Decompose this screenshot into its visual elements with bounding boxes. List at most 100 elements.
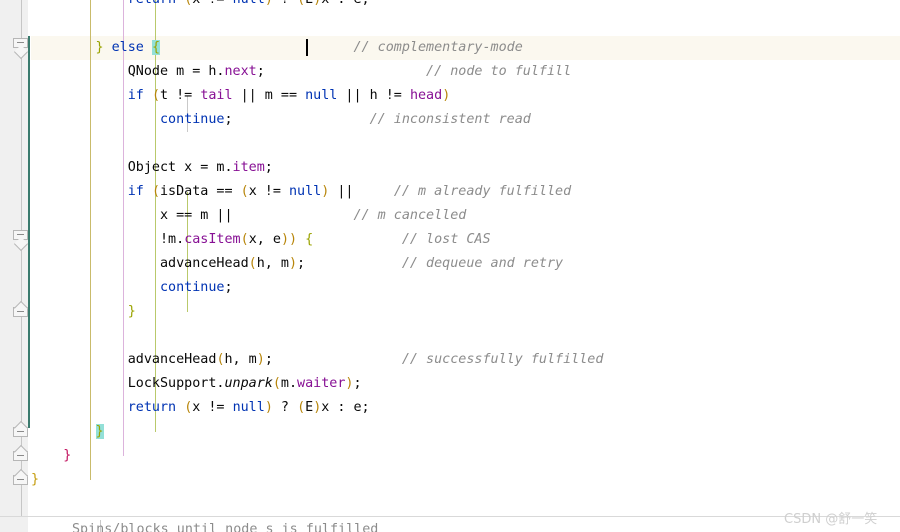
code-line[interactable]: advanceHead(h, m); // successfully fulfi… (31, 348, 604, 372)
code-token: ( (248, 256, 257, 271)
code-token: // lost CAS (401, 232, 491, 247)
fold-marker-end[interactable] (13, 468, 30, 485)
code-line[interactable]: if (t != tail || m == null || h != head) (31, 84, 451, 108)
code-token: x == m || (31, 208, 233, 223)
code-line[interactable]: if (isData == (x != null) || // m alread… (31, 180, 571, 204)
code-token: ( (272, 376, 281, 391)
code-token: ( (151, 88, 160, 103)
code-token: { (305, 232, 314, 247)
code-token: x : e; (321, 400, 370, 415)
code-line[interactable]: } else { // complementary-mode (31, 36, 523, 60)
code-token: } (127, 304, 136, 319)
code-token: ) (442, 88, 451, 103)
code-token: x != (192, 0, 232, 7)
code-token: // m cancelled (353, 208, 467, 223)
fold-marker-end[interactable] (13, 300, 30, 317)
code-line[interactable]: LockSupport.unpark(m.waiter); (31, 372, 362, 396)
code-line[interactable]: x == m || // m cancelled (31, 204, 466, 228)
code-token: { (151, 40, 160, 55)
code-token: continue (160, 280, 225, 295)
code-token: // m already fulfilled (393, 184, 572, 199)
code-line[interactable]: return (x != null) ? (E)x : e; (31, 0, 370, 12)
code-token: E (305, 400, 314, 415)
code-token: // inconsistent read (369, 112, 531, 127)
csdn-watermark: CSDN @舒一笑 (784, 512, 878, 527)
fold-guide-line (21, 0, 22, 516)
code-token: || (329, 184, 354, 199)
code-line[interactable]: continue; // inconsistent read (31, 108, 531, 132)
code-line[interactable]: } (31, 300, 136, 324)
code-line[interactable]: QNode m = h.next; // node to fulfill (31, 60, 571, 84)
code-token: null (232, 400, 265, 415)
code-line[interactable]: } (31, 468, 39, 492)
code-token: waiter (297, 376, 346, 391)
code-token: ; (353, 376, 362, 391)
fold-marker-collapse[interactable] (13, 38, 30, 60)
code-line[interactable]: advanceHead(h, m); // dequeue and retry (31, 252, 563, 276)
fold-marker-end[interactable] (13, 420, 30, 437)
code-token: next (224, 64, 257, 79)
fold-marker-end[interactable] (13, 444, 30, 461)
code-token: LockSupport. (31, 376, 225, 391)
code-token: t != (160, 88, 201, 103)
code-token: ) (289, 232, 298, 247)
code-token: h, m (224, 352, 257, 367)
code-token: ) (264, 400, 273, 415)
code-token: !m. (31, 232, 185, 247)
code-token: m. (280, 376, 298, 391)
code-token: // complementary-mode (353, 40, 523, 55)
code-token: x != (248, 184, 289, 199)
code-token: null (305, 88, 338, 103)
code-token: continue (160, 112, 225, 127)
code-token: if (127, 88, 144, 103)
code-token: // successfully fulfilled (401, 352, 604, 367)
code-token: // node to fulfill (426, 64, 572, 79)
code-token: Object x = m. (31, 160, 233, 175)
code-token: ) (280, 232, 289, 247)
code-token: ; (264, 160, 273, 175)
code-token: ( (297, 0, 305, 7)
code-token: ? (273, 0, 297, 7)
code-token: item (232, 160, 265, 175)
code-token: ( (216, 352, 225, 367)
code-token: unpark (224, 376, 273, 391)
fold-marker-collapse[interactable] (13, 230, 30, 252)
code-line[interactable]: } (31, 444, 71, 468)
code-line[interactable]: Object x = m.item; (31, 156, 273, 180)
code-token: else (111, 40, 144, 55)
code-token: || h != (337, 88, 410, 103)
code-line[interactable]: return (x != null) ? (E)x : e; (31, 396, 370, 420)
code-pane[interactable]: return (x != null) ? (E)x : e; } else { … (31, 0, 900, 532)
code-line[interactable]: !m.casItem(x, e)) { // lost CAS (31, 228, 491, 252)
code-editor[interactable]: return (x != null) ? (E)x : e; } else { … (0, 0, 900, 532)
code-token: if (127, 184, 144, 199)
code-line[interactable]: continue; (31, 276, 233, 300)
text-caret (306, 39, 308, 56)
code-token: QNode m = h. (31, 64, 225, 79)
code-token: null (289, 184, 322, 199)
code-line[interactable]: } (31, 420, 104, 444)
code-token: E (305, 0, 313, 7)
code-token: } (31, 472, 40, 487)
code-token: ; (224, 280, 233, 295)
code-token: ; (256, 64, 265, 79)
code-token: ( (151, 184, 160, 199)
code-token: h, m (256, 256, 289, 271)
